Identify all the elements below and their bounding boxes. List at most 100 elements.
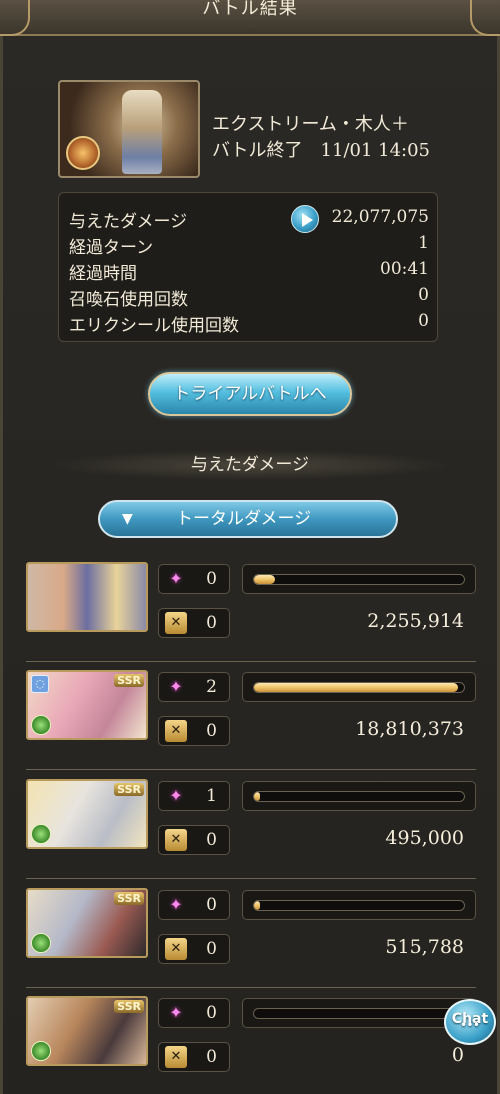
- bar-fill: [254, 901, 261, 910]
- character-row: SSR ✦ 1 ✕ 0 495,000: [26, 779, 476, 879]
- skill-counter: ✕ 0: [158, 825, 230, 855]
- skill-counter: ✕ 0: [158, 716, 230, 746]
- skill-count: 0: [206, 830, 217, 850]
- damage-share-bar: [242, 890, 476, 920]
- play-icon[interactable]: [291, 205, 319, 233]
- character-portrait[interactable]: [26, 562, 148, 632]
- damage-share-bar: [242, 998, 476, 1028]
- charge-attack-count: 0: [206, 895, 217, 915]
- chat-button[interactable]: Chat •••: [444, 999, 496, 1045]
- header-bar: バトル結果: [0, 0, 500, 36]
- charge-attack-icon: ✦: [169, 569, 183, 588]
- charge-attack-count: 0: [206, 569, 217, 589]
- bar-track: [253, 791, 465, 802]
- row-divider: [26, 769, 476, 770]
- skill-icon: ✕: [165, 612, 187, 634]
- quest-thumbnail: [58, 80, 200, 178]
- charge-attack-icon: ✦: [169, 895, 183, 914]
- charge-attack-counter: ✦ 0: [158, 564, 230, 594]
- bar-fill: [254, 792, 261, 801]
- character-row: SSR ✦ 0 ✕ 0 0: [26, 996, 476, 1080]
- skill-count: 0: [206, 613, 217, 633]
- stat-value: 1: [418, 233, 429, 253]
- ssr-badge: SSR: [114, 674, 144, 687]
- damage-type-dropdown[interactable]: ▼ トータルダメージ: [98, 500, 398, 538]
- ssr-badge: SSR: [114, 783, 144, 796]
- character-portrait[interactable]: ◌ SSR: [26, 670, 148, 740]
- ssr-badge: SSR: [114, 892, 144, 905]
- row-divider: [26, 987, 476, 988]
- stat-label: 経過ターン: [69, 238, 154, 258]
- stat-value: 0: [418, 311, 429, 331]
- page-title: バトル結果: [202, 0, 298, 19]
- character-portrait[interactable]: SSR: [26, 779, 148, 849]
- damage-value: 2,255,914: [367, 610, 464, 632]
- wind-element-icon: [31, 824, 51, 844]
- stat-row-elixirs: エリクシール使用回数 0: [69, 311, 429, 337]
- character-row: SSR ✦ 0 ✕ 0 515,788: [26, 888, 476, 988]
- skill-count: 0: [206, 1047, 217, 1067]
- fire-element-icon: [66, 136, 100, 170]
- damage-value: 495,000: [385, 827, 464, 849]
- stat-label: 経過時間: [69, 264, 137, 284]
- row-divider: [26, 878, 476, 879]
- trial-battle-button[interactable]: トライアルバトルへ: [148, 372, 352, 416]
- charge-attack-icon: ✦: [169, 786, 183, 805]
- wind-element-icon: [31, 933, 51, 953]
- charge-attack-counter: ✦ 0: [158, 890, 230, 920]
- character-portrait[interactable]: SSR: [26, 888, 148, 958]
- chevron-down-icon: ▼: [122, 511, 133, 527]
- bar-fill: [254, 575, 275, 584]
- bar-track: [253, 1008, 465, 1019]
- charge-attack-counter: ✦ 0: [158, 998, 230, 1028]
- bar-fill: [254, 683, 458, 692]
- charge-attack-count: 0: [206, 1003, 217, 1023]
- skill-icon: ✕: [165, 938, 187, 960]
- charge-attack-icon: ✦: [169, 677, 183, 696]
- skill-icon: ✕: [165, 829, 187, 851]
- bar-track: [253, 682, 465, 693]
- stat-label: 与えたダメージ: [69, 212, 188, 232]
- damage-share-bar: [242, 781, 476, 811]
- character-row: ◌ SSR ✦ 2 ✕ 0 18,810,373: [26, 670, 476, 770]
- battle-end-time: バトル終了 11/01 14:05: [212, 140, 431, 161]
- skill-icon: ✕: [165, 720, 187, 742]
- battle-stats-panel: 与えたダメージ 22,077,075 経過ターン 1 経過時間 00:41 召喚…: [58, 192, 438, 342]
- dropdown-label: トータルダメージ: [176, 509, 312, 529]
- skill-counter: ✕ 0: [158, 608, 230, 638]
- skill-count: 0: [206, 939, 217, 959]
- skill-count: 0: [206, 721, 217, 741]
- stat-row-turns: 経過ターン 1: [69, 233, 429, 259]
- ssr-badge: SSR: [114, 1000, 144, 1013]
- bar-track: [253, 574, 465, 585]
- stat-label: エリクシール使用回数: [69, 316, 239, 336]
- damage-share-bar: [242, 672, 476, 702]
- header-corner-right: [470, 0, 500, 36]
- charge-attack-counter: ✦ 1: [158, 781, 230, 811]
- skill-icon: ✕: [165, 1046, 187, 1068]
- skill-counter: ✕ 0: [158, 1042, 230, 1072]
- stat-value: 0: [418, 285, 429, 305]
- stat-row-summons: 召喚石使用回数 0: [69, 285, 429, 311]
- charge-attack-icon: ✦: [169, 1003, 183, 1022]
- stat-value: 22,077,075: [331, 207, 429, 227]
- damage-share-bar: [242, 564, 476, 594]
- wind-element-icon: [31, 715, 51, 735]
- charge-attack-count: 2: [206, 677, 217, 697]
- wind-element-icon: [31, 1041, 51, 1061]
- charge-attack-count: 1: [206, 786, 217, 806]
- stat-row-time: 経過時間 00:41: [69, 259, 429, 285]
- skill-counter: ✕ 0: [158, 934, 230, 964]
- ring-icon: ◌: [31, 675, 49, 693]
- stat-value: 00:41: [380, 259, 429, 279]
- charge-attack-counter: ✦ 2: [158, 672, 230, 702]
- chat-dots-icon: •••: [460, 1020, 480, 1031]
- damage-value: 515,788: [385, 936, 464, 958]
- section-heading: 与えたダメージ: [50, 450, 450, 480]
- bar-track: [253, 900, 465, 911]
- damage-value: 0: [451, 1044, 464, 1066]
- row-divider: [26, 661, 476, 662]
- damage-value: 18,810,373: [355, 718, 464, 740]
- training-dummy-image: [122, 90, 162, 174]
- character-portrait[interactable]: SSR: [26, 996, 148, 1066]
